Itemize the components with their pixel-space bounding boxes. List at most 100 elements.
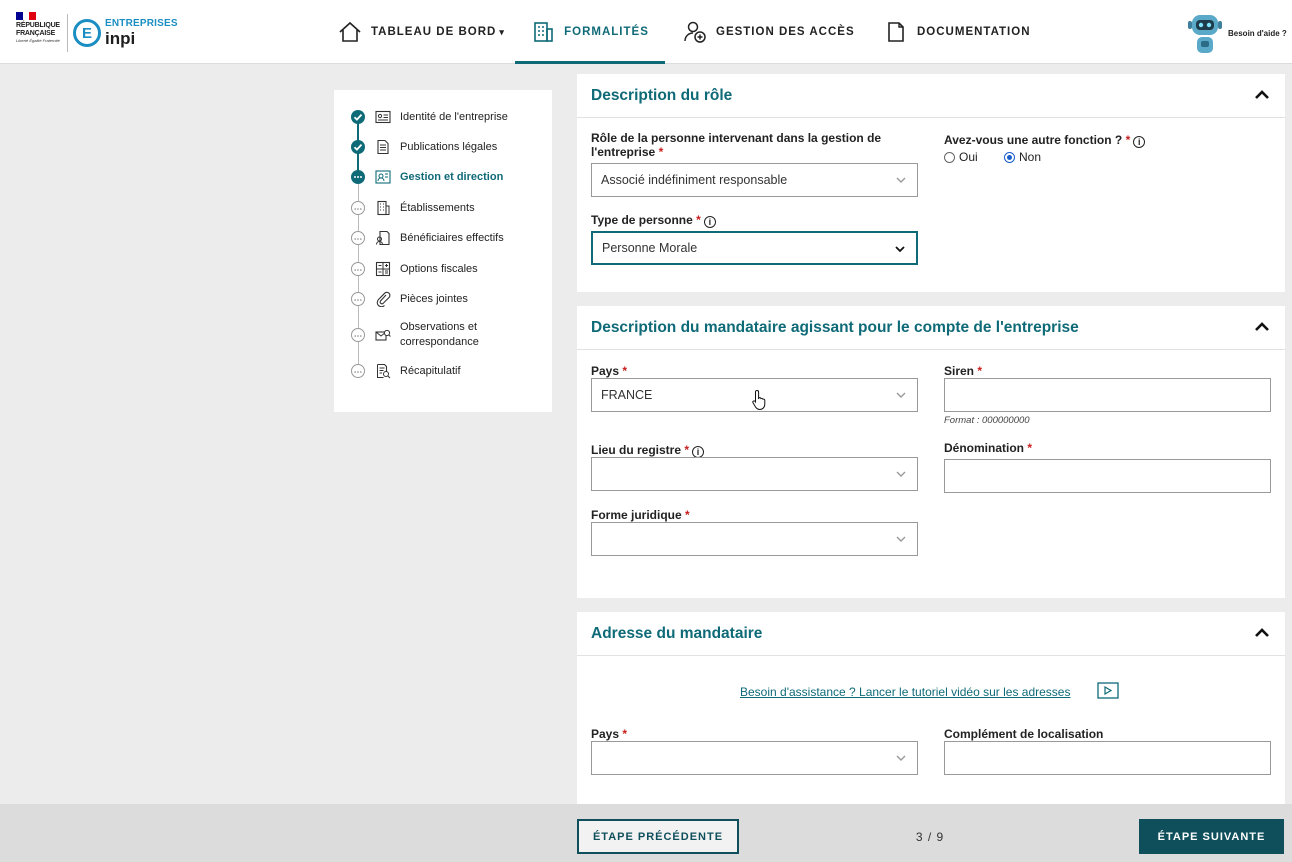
nav-label: DOCUMENTATION	[917, 26, 1031, 38]
other-function-label-text: Avez-vous une autre fonction ?	[944, 133, 1123, 147]
current-step-icon	[351, 170, 365, 184]
adresse-mandataire-card: Adresse du mandataire Besoin d'assistanc…	[577, 612, 1285, 804]
logo-rf-line2: FRANÇAISE	[16, 30, 56, 37]
denomination-input[interactable]	[944, 459, 1271, 493]
pending-step-icon	[351, 364, 365, 378]
logo-rf-line1: RÉPUBLIQUE	[16, 22, 60, 29]
management-icon	[375, 170, 391, 184]
siren-label-text: Siren	[944, 364, 975, 378]
adresse-pays-select[interactable]	[591, 741, 918, 775]
adresse-pays-label: Pays *	[591, 727, 628, 741]
radio-oui[interactable]: Oui	[944, 150, 978, 164]
type-personne-label: Type de personne * i	[591, 213, 716, 228]
hand-cursor-icon	[752, 389, 766, 411]
tutorial-video-link[interactable]: Besoin d'assistance ? Lancer le tutoriel…	[740, 685, 1070, 699]
inpi-logo-bottom: inpi	[105, 29, 136, 48]
step-gestion-direction[interactable]: Gestion et direction	[334, 169, 552, 185]
previous-step-button[interactable]: ÉTAPE PRÉCÉDENTE	[577, 819, 739, 854]
radio-circle-selected[interactable]	[1004, 151, 1015, 163]
chevron-up-icon[interactable]	[1253, 626, 1271, 640]
chevron-down-icon	[895, 246, 905, 253]
step-options-fiscales[interactable]: Options fiscales	[334, 261, 552, 277]
next-step-button[interactable]: ÉTAPE SUIVANTE	[1139, 819, 1284, 854]
robot-icon	[1188, 15, 1222, 53]
mandataire-card-header[interactable]: Description du mandataire agissant pour …	[577, 306, 1285, 350]
lieu-registre-label: Lieu du registre * i	[591, 443, 705, 458]
step-label: Établissements	[400, 201, 475, 214]
forme-juridique-label: Forme juridique *	[591, 508, 690, 522]
steps-sidebar: Identité de l'entreprise Publications lé…	[334, 90, 552, 412]
step-etablissements[interactable]: Établissements	[334, 200, 552, 216]
nav-label: GESTION DES ACCÈS	[716, 26, 855, 38]
section-title: Description du rôle	[591, 87, 733, 104]
forme-juridique-label-text: Forme juridique	[591, 508, 682, 522]
info-icon[interactable]: i	[703, 216, 716, 228]
adresse-card-header[interactable]: Adresse du mandataire	[577, 612, 1285, 656]
nav-formalites[interactable]: FORMALITÉS	[515, 0, 665, 64]
complement-input[interactable]	[944, 741, 1271, 775]
role-select[interactable]: Associé indéfiniment responsable	[591, 163, 918, 197]
adresse-pays-label-text: Pays	[591, 727, 620, 741]
role-label-text: Rôle de la personne intervenant dans la …	[591, 131, 882, 159]
radio-label: Oui	[959, 150, 978, 164]
id-card-icon	[375, 110, 391, 124]
type-personne-label-text: Type de personne	[591, 213, 693, 227]
pending-step-icon	[351, 231, 365, 245]
step-label: Observations et correspondance	[400, 321, 479, 348]
complement-label: Complément de localisation	[944, 727, 1104, 741]
forme-juridique-select[interactable]	[591, 522, 918, 556]
siren-input[interactable]	[944, 378, 1271, 412]
tax-options-icon	[375, 261, 391, 277]
step-beneficiaires[interactable]: Bénéficiaires effectifs	[334, 230, 552, 246]
step-publications[interactable]: Publications légales	[334, 139, 552, 155]
nav-tableau-de-bord[interactable]: TABLEAU DE BORD ▾	[338, 0, 505, 64]
attachment-icon	[376, 291, 391, 307]
pending-step-icon	[351, 328, 365, 342]
chevron-down-icon	[896, 536, 906, 542]
chevron-up-icon[interactable]	[1253, 320, 1271, 334]
newspaper-icon	[377, 139, 389, 155]
nav-label: FORMALITÉS	[564, 26, 649, 38]
check-icon	[351, 110, 365, 124]
chevron-down-icon	[896, 755, 906, 761]
mandataire-description-card: Description du mandataire agissant pour …	[577, 306, 1285, 598]
step-identite[interactable]: Identité de l'entreprise	[334, 109, 552, 125]
info-icon[interactable]: i	[1133, 136, 1146, 148]
step-label: Publications légales	[400, 140, 498, 153]
step-label: Identité de l'entreprise	[400, 110, 508, 123]
step-observations[interactable]: Observations et correspondance	[334, 319, 552, 351]
lieu-registre-select[interactable]	[591, 457, 918, 491]
nav-documentation[interactable]: DOCUMENTATION	[884, 0, 1031, 64]
step-recapitulatif[interactable]: Récapitulatif	[334, 363, 552, 379]
chevron-up-icon[interactable]	[1253, 88, 1271, 102]
step-label: Récapitulatif	[400, 364, 461, 377]
step-label: Pièces jointes	[400, 292, 468, 305]
step-label: Gestion et direction	[400, 170, 504, 183]
nav-caret: ▾	[499, 26, 505, 37]
inpi-logo[interactable]: E ENTREPRISES inpi	[73, 16, 178, 50]
observations-icon	[375, 329, 391, 341]
building-icon	[534, 22, 553, 42]
user-add-icon	[684, 21, 706, 43]
nav-label: TABLEAU DE BORD	[371, 26, 497, 38]
other-function-label: Avez-vous une autre fonction ? * i	[944, 133, 1146, 148]
radio-non[interactable]: Non	[1004, 150, 1041, 164]
role-card-header[interactable]: Description du rôle	[577, 74, 1285, 118]
step-label: Bénéficiaires effectifs	[400, 231, 504, 244]
document-icon	[888, 22, 904, 42]
pays-label-text: Pays	[591, 364, 620, 378]
logo-separator	[67, 14, 68, 52]
summary-icon	[377, 363, 391, 379]
republique-francaise-logo: RÉPUBLIQUE FRANÇAISE Liberté Égalité Fra…	[16, 12, 66, 54]
step-counter: 3 / 9	[915, 830, 945, 844]
chevron-down-icon	[896, 471, 906, 477]
radio-circle[interactable]	[944, 151, 955, 163]
video-icon[interactable]	[1097, 682, 1119, 699]
inpi-e-icon: E	[73, 19, 101, 47]
siren-format-hint: Format : 000000000	[944, 415, 1030, 426]
nav-gestion-des-acces[interactable]: GESTION DES ACCÈS	[683, 0, 855, 64]
siren-label: Siren *	[944, 364, 983, 378]
help-assistant[interactable]: Besoin d'aide ?	[1186, 10, 1287, 56]
type-personne-select[interactable]: Personne Morale	[591, 231, 918, 265]
step-pieces-jointes[interactable]: Pièces jointes	[334, 291, 552, 307]
